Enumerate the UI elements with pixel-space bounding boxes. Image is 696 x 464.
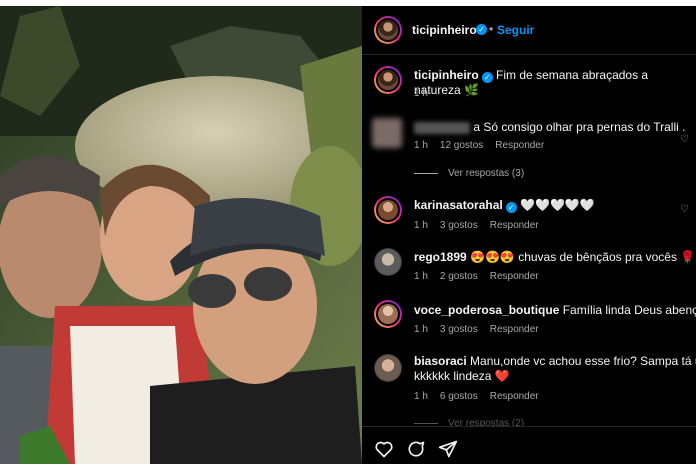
comment-meta: 1 h 6 gostos Responder — [414, 391, 551, 402]
header-username[interactable]: ticipinheiro — [412, 23, 477, 37]
post-photo — [0, 6, 362, 464]
comment-meta: 1 h 2 gostos Responder — [414, 271, 551, 282]
reply-button[interactable]: Responder — [495, 140, 544, 151]
comment-username[interactable]: rego1899 — [414, 250, 467, 264]
reply-button[interactable]: Responder — [490, 391, 539, 402]
comment-likes[interactable]: 6 gostos — [440, 391, 478, 402]
comment-likes[interactable]: 3 gostos — [440, 324, 478, 335]
comment-likes[interactable]: 12 gostos — [440, 140, 483, 151]
comment: karinasatorahal ✓ 🤍🤍🤍🤍🤍 — [414, 198, 684, 213]
comment-time: 1 h — [414, 324, 428, 335]
post-header: ticipinheiro ✓ • Seguir — [362, 6, 696, 55]
comment-avatar[interactable] — [372, 118, 402, 148]
share-icon[interactable] — [438, 439, 458, 459]
comment: rego1899 😍😍😍 chuvas de bênçãos pra vocês… — [414, 250, 696, 265]
follow-button[interactable]: Seguir — [497, 23, 534, 37]
comment: biasoraci Manu,onde vc achou esse frio? … — [414, 354, 696, 384]
heart-icon[interactable] — [374, 439, 394, 459]
view-replies-label[interactable]: Ver respostas (3) — [448, 168, 524, 179]
comment-avatar[interactable] — [374, 248, 402, 276]
comment-icon[interactable] — [406, 439, 426, 459]
comment-text: 😍😍😍 chuvas de bênçãos pra vocês 🌹🌹🌹 — [470, 250, 696, 264]
verified-icon: ✓ — [505, 202, 517, 213]
comment-time: 1 h — [414, 140, 428, 151]
comment-likes[interactable]: 3 gostos — [440, 220, 478, 231]
caption: ticipinheiro ✓ Fim de semana abraçados a … — [414, 68, 694, 98]
replies-line — [414, 422, 438, 424]
comment-text-line2: kkkkkk lindeza ❤️ — [414, 369, 510, 383]
comment: a Só consigo olhar pra pernas do Tralli … — [414, 120, 694, 135]
comment-text: a Só consigo olhar pra pernas do Tralli … — [473, 120, 686, 134]
comment-meta: 1 h 3 gostos Responder — [414, 324, 551, 335]
caption-meta: 1 h — [414, 88, 440, 99]
comment-time: 1 h — [414, 271, 428, 282]
verified-icon: ✓ — [476, 24, 487, 35]
header-avatar[interactable] — [374, 16, 402, 44]
verified-icon: ✓ — [481, 72, 493, 83]
comments-panel: ticipinheiro ✓ • Seguir ticipinheiro ✓ Fi… — [362, 6, 696, 464]
dot-separator: • — [489, 22, 494, 36]
comment-time: 1 h — [414, 220, 428, 231]
comment-username[interactable]: voce_poderosa_boutique — [414, 303, 559, 317]
reply-button[interactable]: Responder — [490, 271, 539, 282]
comment-avatar[interactable] — [374, 300, 402, 328]
replies-line — [414, 172, 438, 174]
comment: voce_poderosa_boutique Família linda Deu… — [414, 303, 696, 318]
comment-avatar[interactable] — [374, 196, 402, 224]
caption-avatar[interactable] — [374, 66, 402, 94]
caption-time: 1 h — [414, 88, 428, 99]
blurred-username — [414, 121, 470, 134]
comment-avatar[interactable] — [374, 354, 402, 382]
caption-username[interactable]: ticipinheiro — [414, 68, 479, 82]
photo-image — [0, 6, 362, 464]
comment-likes[interactable]: 2 gostos — [440, 271, 478, 282]
comment-text: 🤍🤍🤍🤍🤍 — [520, 198, 595, 212]
view-replies[interactable]: Ver respostas (3) — [414, 168, 536, 179]
like-comment-icon[interactable]: ♡ — [680, 204, 690, 215]
comment-text: Família linda Deus abençoe 👏 — [562, 303, 696, 317]
comment-meta: 1 h 3 gostos Responder — [414, 220, 551, 231]
reply-button[interactable]: Responder — [490, 220, 539, 231]
comment-username[interactable]: karinasatorahal — [414, 198, 503, 212]
like-comment-icon[interactable]: ♡ — [680, 134, 690, 145]
comment-meta: 1 h 12 gostos Responder — [414, 140, 556, 151]
reply-button[interactable]: Responder — [490, 324, 539, 335]
comment-text: Manu,onde vc achou esse frio? Sampa tá u… — [470, 354, 696, 368]
comment-username[interactable]: biasoraci — [414, 354, 467, 368]
action-bar — [362, 426, 696, 464]
comment-time: 1 h — [414, 391, 428, 402]
